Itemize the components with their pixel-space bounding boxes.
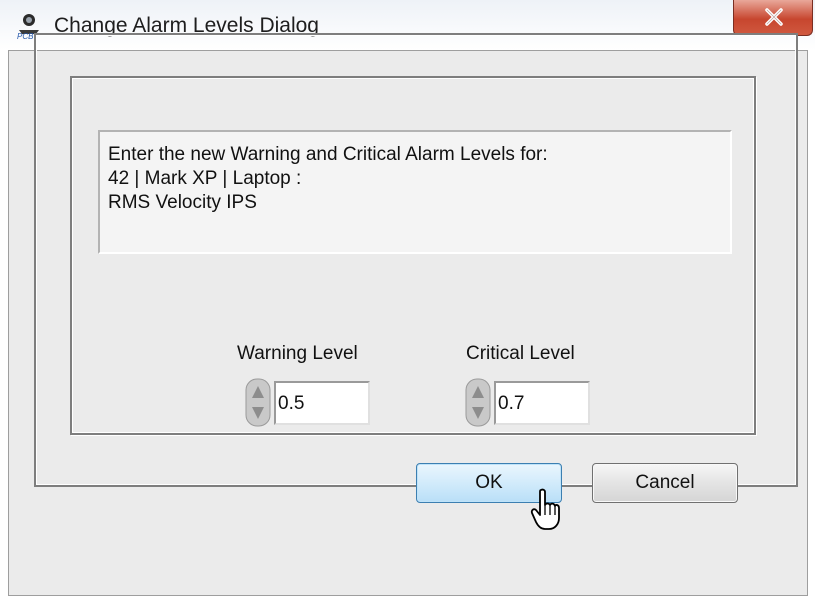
hand-cursor-icon (530, 488, 566, 537)
svg-text:PCB: PCB (17, 32, 34, 40)
warning-level-label: Warning Level (237, 343, 358, 364)
close-button[interactable] (733, 0, 813, 36)
cancel-button[interactable]: Cancel (592, 463, 738, 503)
message-line-measurement: RMS Velocity IPS (108, 192, 257, 213)
message-box: Enter the new Warning and Critical Alarm… (98, 130, 732, 254)
critical-level-label: Critical Level (466, 343, 575, 364)
critical-level-spinner[interactable] (464, 378, 494, 428)
critical-level-input[interactable]: 0.7 (494, 381, 590, 425)
change-alarm-levels-dialog: PCB Change Alarm Levels Dialog Enter the… (0, 0, 815, 603)
close-x-icon (765, 8, 783, 26)
warning-level-input[interactable]: 0.5 (274, 381, 370, 425)
warning-level-spinner[interactable] (244, 378, 274, 428)
message-line-prompt: Enter the new Warning and Critical Alarm… (108, 144, 548, 165)
message-line-device: 42 | Mark XP | Laptop : (108, 168, 302, 189)
